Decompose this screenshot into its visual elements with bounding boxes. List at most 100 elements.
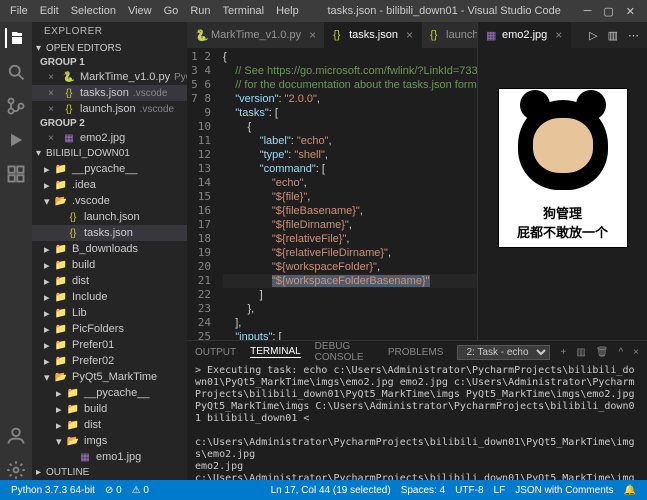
folder-icon: 📁 bbox=[54, 322, 68, 336]
settings-icon[interactable] bbox=[6, 460, 26, 480]
folder-item[interactable]: ▸📁Prefer02 bbox=[32, 353, 187, 369]
folder-item[interactable]: ▸📁Prefer01 bbox=[32, 337, 187, 353]
panel: OUTPUT TERMINAL DEBUG CONSOLE PROBLEMS 2: Ta… bbox=[187, 340, 647, 480]
open-editor-item[interactable]: ×▦emo2.jpg bbox=[32, 130, 187, 146]
extensions-icon[interactable] bbox=[6, 164, 26, 184]
menu-terminal[interactable]: Terminal bbox=[217, 5, 271, 17]
close-panel-icon[interactable]: × bbox=[633, 347, 639, 358]
folder-item[interactable]: ▸📁Include bbox=[32, 289, 187, 305]
run-debug-icon[interactable] bbox=[6, 130, 26, 150]
folder-item[interactable]: ▾📂imgs bbox=[32, 433, 187, 449]
close-icon[interactable]: ✕ bbox=[626, 5, 635, 18]
file-path: .vscode bbox=[140, 104, 174, 115]
close-editor-icon[interactable]: × bbox=[44, 131, 58, 145]
status-item[interactable]: UTF-8 bbox=[450, 485, 488, 496]
folder-label: Lib bbox=[72, 307, 87, 319]
status-item[interactable]: LF bbox=[489, 485, 511, 496]
folder-item[interactable]: ▾📂PyQt5_MarkTime bbox=[32, 369, 187, 385]
folder-icon: 📁 bbox=[54, 162, 68, 176]
search-icon[interactable] bbox=[6, 62, 26, 82]
notifications-icon[interactable]: 🔔 bbox=[619, 485, 641, 496]
panel-tab-output[interactable]: OUTPUT bbox=[195, 347, 236, 358]
editor-tab[interactable]: {}tasks.json× bbox=[325, 22, 422, 48]
status-item[interactable]: ⚠ 0 bbox=[127, 485, 154, 496]
maximize-panel-icon[interactable]: ^ bbox=[618, 347, 623, 358]
terminal-selector[interactable]: 2: Task - echo bbox=[457, 345, 550, 360]
file-item[interactable]: {}launch.json bbox=[32, 209, 187, 225]
status-item[interactable]: Spaces: 4 bbox=[396, 485, 450, 496]
folder-icon: 📁 bbox=[66, 418, 80, 432]
workspace-section[interactable]: ▾BILIBILI_DOWN01 bbox=[32, 146, 187, 161]
outline-section[interactable]: ▸OUTLINE bbox=[32, 465, 187, 480]
menu-run[interactable]: Run bbox=[184, 5, 216, 17]
folder-item[interactable]: ▸📁.idea bbox=[32, 177, 187, 193]
code-content[interactable]: { // See https://go.microsoft.com/fwlink… bbox=[219, 48, 477, 340]
folder-item[interactable]: ▸📁B_downloads bbox=[32, 241, 187, 257]
panel-tab-terminal[interactable]: TERMINAL bbox=[250, 346, 301, 358]
close-editor-icon[interactable]: × bbox=[44, 70, 58, 84]
folder-icon: 📁 bbox=[54, 290, 68, 304]
split-terminal-icon[interactable]: ▥ bbox=[576, 347, 585, 358]
folder-label: B_downloads bbox=[72, 243, 138, 255]
code-editor[interactable]: 1 2 3 4 5 6 7 8 9 10 11 12 13 14 15 16 1… bbox=[187, 48, 477, 340]
file-path: .vscode bbox=[133, 88, 167, 99]
menu-help[interactable]: Help bbox=[270, 5, 305, 17]
tab-close-icon[interactable]: × bbox=[555, 28, 562, 42]
more-actions-icon[interactable]: ⋯ bbox=[628, 29, 639, 42]
folder-item[interactable]: ▸📁Lib bbox=[32, 305, 187, 321]
status-item[interactable]: ⊘ 0 bbox=[100, 485, 127, 496]
open-editor-item[interactable]: ×{}launch.json.vscode bbox=[32, 101, 187, 117]
status-item[interactable]: JSON with Comments bbox=[510, 485, 618, 496]
source-control-icon[interactable] bbox=[6, 96, 26, 116]
status-item[interactable]: Ln 17, Col 44 (19 selected) bbox=[266, 485, 396, 496]
folder-icon: 📁 bbox=[54, 338, 68, 352]
editor-tab[interactable]: 🐍MarkTime_v1.0.py× bbox=[187, 22, 325, 48]
menu-edit[interactable]: Edit bbox=[34, 5, 65, 17]
gutter: 1 2 3 4 5 6 7 8 9 10 11 12 13 14 15 16 1… bbox=[187, 48, 219, 340]
file-item[interactable]: {}tasks.json bbox=[32, 225, 187, 241]
status-item[interactable]: Python 3.7.3 64-bit bbox=[6, 485, 100, 496]
sidebar-title: EXPLORER bbox=[32, 22, 187, 41]
tab-close-icon[interactable]: × bbox=[309, 28, 316, 42]
folder-item[interactable]: ▸📁__pycache__ bbox=[32, 385, 187, 401]
close-editor-icon[interactable]: × bbox=[44, 102, 58, 116]
meme-image: 狗管理屁都不敢放一个 bbox=[498, 88, 628, 248]
close-editor-icon[interactable]: × bbox=[44, 86, 58, 100]
tab-close-icon[interactable]: × bbox=[406, 28, 413, 42]
minimize-icon[interactable]: ─ bbox=[584, 5, 592, 18]
folder-item[interactable]: ▸📁build bbox=[32, 401, 187, 417]
folder-label: dist bbox=[84, 419, 101, 431]
new-terminal-icon[interactable]: + bbox=[560, 347, 566, 358]
kill-terminal-icon[interactable]: 🗑 bbox=[596, 347, 609, 358]
window-controls: ─ ▢ ✕ bbox=[584, 5, 643, 18]
terminal-content[interactable]: > Executing task: echo c:\Users\Administ… bbox=[187, 363, 647, 480]
folder-item[interactable]: ▸📁dist bbox=[32, 273, 187, 289]
panel-tab-debug-console[interactable]: DEBUG CONSOLE bbox=[315, 341, 374, 363]
folder-item[interactable]: ▸📁build bbox=[32, 257, 187, 273]
split-editor-icon[interactable]: ▥ bbox=[608, 29, 618, 42]
menu-selection[interactable]: Selection bbox=[65, 5, 122, 17]
file-item[interactable]: ▦emo1.jpg bbox=[32, 449, 187, 465]
folder-item[interactable]: ▸📁dist bbox=[32, 417, 187, 433]
file-label: emo2.jpg bbox=[80, 132, 125, 144]
menu-file[interactable]: File bbox=[4, 5, 34, 17]
run-icon[interactable]: ▷ bbox=[589, 29, 597, 42]
file-path: PyQt5_MarkTime bbox=[174, 72, 187, 83]
editor-tab[interactable]: ▦emo2.jpg× bbox=[478, 22, 571, 48]
open-editor-item[interactable]: ×{}tasks.json.vscode bbox=[32, 85, 187, 101]
chevron-icon: ▾ bbox=[56, 435, 66, 448]
accounts-icon[interactable] bbox=[6, 426, 26, 446]
folder-label: .idea bbox=[72, 179, 96, 191]
explorer-icon[interactable] bbox=[5, 28, 25, 48]
folder-item[interactable]: ▸📁__pycache__ bbox=[32, 161, 187, 177]
folder-item[interactable]: ▸📁PicFolders bbox=[32, 321, 187, 337]
menu-bar: FileEditSelectionViewGoRunTerminalHelp bbox=[4, 5, 305, 17]
open-editor-item[interactable]: ×🐍MarkTime_v1.0.pyPyQt5_MarkTime bbox=[32, 69, 187, 85]
menu-view[interactable]: View bbox=[122, 5, 158, 17]
folder-item[interactable]: ▾📂.vscode bbox=[32, 193, 187, 209]
panel-tab-problems[interactable]: PROBLEMS bbox=[388, 347, 444, 358]
open-editors-section[interactable]: ▾OPEN EDITORS bbox=[32, 41, 187, 56]
maximize-icon[interactable]: ▢ bbox=[603, 5, 613, 18]
menu-go[interactable]: Go bbox=[158, 5, 185, 17]
folder-label: Prefer01 bbox=[72, 339, 114, 351]
